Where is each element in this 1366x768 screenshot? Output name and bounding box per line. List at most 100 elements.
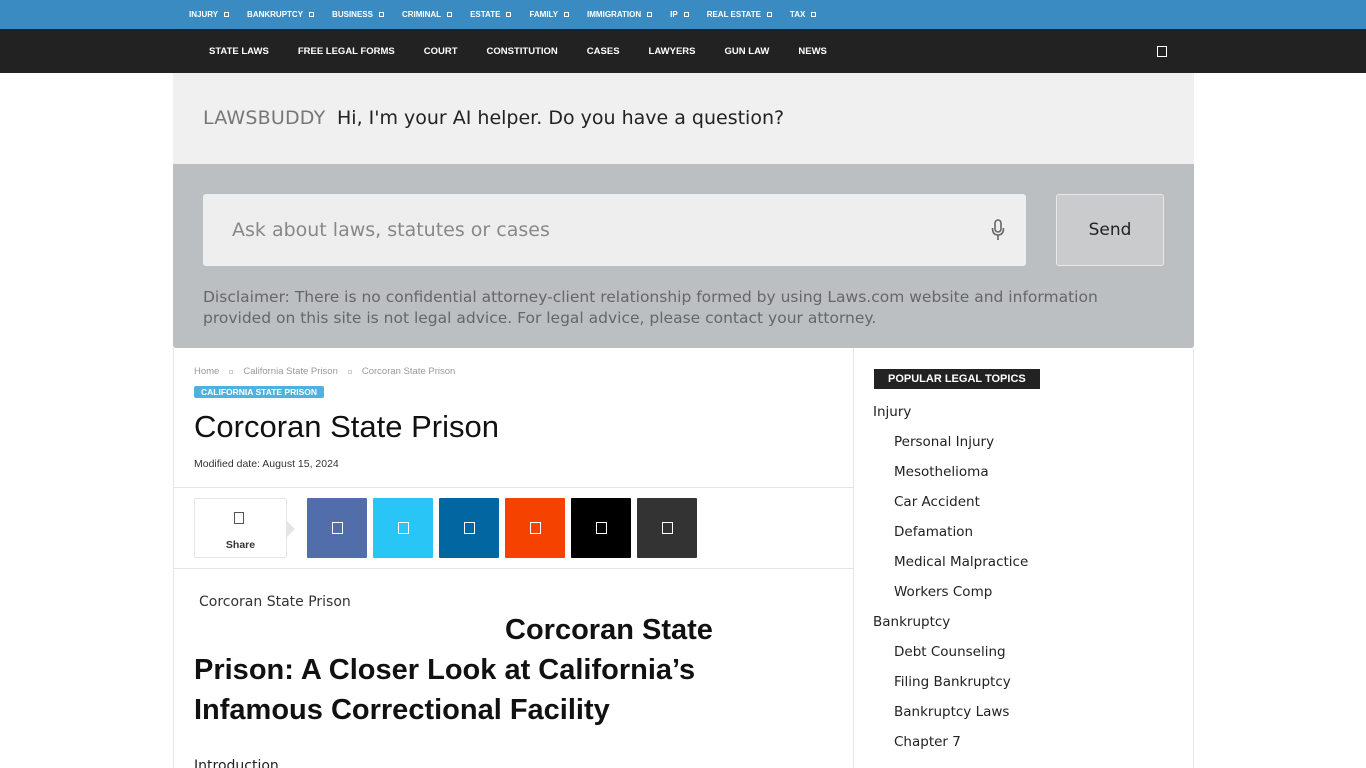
breadcrumb-home[interactable]: Home bbox=[194, 366, 219, 377]
chevron-down-icon bbox=[564, 12, 570, 17]
topic-list: Injury Personal Injury Mesothelioma Car … bbox=[873, 404, 1028, 764]
category-bar: INJURY BANKRUPTCY BUSINESS CRIMINAL ESTA… bbox=[0, 0, 1366, 29]
article-heading-line: Infamous Correctional Facility bbox=[194, 694, 610, 726]
breadcrumb-current: Corcoran State Prison bbox=[361, 366, 456, 377]
topic-item[interactable]: Chapter 7 bbox=[873, 734, 1028, 764]
share-icon bbox=[234, 512, 244, 524]
category-item-ip[interactable]: IP bbox=[670, 10, 689, 19]
category-item-bankruptcy[interactable]: BANKRUPTCY bbox=[247, 10, 315, 19]
chevron-down-icon bbox=[224, 12, 230, 17]
topic-item[interactable]: Injury bbox=[873, 404, 1028, 434]
twitter-icon bbox=[398, 522, 409, 534]
copy-link-share-button[interactable] bbox=[637, 498, 697, 558]
chevron-down-icon bbox=[683, 12, 689, 17]
category-item-business[interactable]: BUSINESS bbox=[332, 10, 384, 19]
article-heading-line: Prison: A Closer Look at California’s bbox=[194, 654, 696, 686]
ai-helper-greeting: Hi, I'm your AI helper. Do you have a qu… bbox=[337, 107, 785, 129]
nav-item-constitution[interactable]: CONSTITUTION bbox=[487, 46, 558, 57]
category-label: CRIMINAL bbox=[401, 10, 442, 19]
breadcrumb-category[interactable]: California State Prison bbox=[243, 366, 338, 377]
category-item-tax[interactable]: TAX bbox=[789, 10, 817, 19]
share-arrow bbox=[287, 521, 295, 537]
twitter-share-button[interactable] bbox=[373, 498, 433, 558]
article: Home California State Prison Corcoran St… bbox=[173, 348, 854, 768]
category-item-real-estate[interactable]: REAL ESTATE bbox=[707, 10, 772, 19]
microphone-icon[interactable] bbox=[991, 219, 1005, 241]
nav-item-cases[interactable]: CASES bbox=[587, 46, 620, 57]
topic-item[interactable]: Defamation bbox=[873, 524, 1028, 554]
category-item-injury[interactable]: INJURY bbox=[189, 10, 230, 19]
topic-item[interactable]: Medical Malpractice bbox=[873, 554, 1028, 584]
chevron-down-icon bbox=[506, 12, 512, 17]
category-label: BANKRUPTCY bbox=[247, 10, 304, 19]
topic-item[interactable]: Mesothelioma bbox=[873, 464, 1028, 494]
category-label: IMMIGRATION bbox=[587, 10, 642, 19]
category-label: INJURY bbox=[189, 10, 219, 19]
copy-link-icon bbox=[662, 522, 673, 534]
category-label: TAX bbox=[789, 10, 806, 19]
category-item-family[interactable]: FAMILY bbox=[529, 10, 570, 19]
topic-item[interactable]: Debt Counseling bbox=[873, 644, 1028, 674]
nav-item-news[interactable]: NEWS bbox=[798, 46, 827, 57]
category-label: REAL ESTATE bbox=[706, 10, 761, 19]
category-badge[interactable]: CALIFORNIA STATE PRISON bbox=[194, 386, 325, 398]
topic-item[interactable]: Filing Bankruptcy bbox=[873, 674, 1028, 704]
reddit-share-button[interactable] bbox=[505, 498, 565, 558]
sidebar-title: POPULAR LEGAL TOPICS bbox=[874, 369, 1040, 389]
topic-item[interactable]: Workers Comp bbox=[873, 584, 1028, 614]
chevron-down-icon bbox=[811, 12, 817, 17]
linkedin-share-button[interactable] bbox=[439, 498, 499, 558]
page-title: Corcoran State Prison bbox=[194, 409, 499, 444]
chevron-down-icon bbox=[447, 12, 453, 17]
nav-item-lawyers[interactable]: LAWYERS bbox=[649, 46, 696, 57]
main-nav-menu: STATE LAWS FREE LEGAL FORMS COURT CONSTI… bbox=[209, 29, 856, 73]
breadcrumb-separator-icon bbox=[347, 369, 352, 374]
chevron-down-icon bbox=[766, 12, 772, 17]
topic-item[interactable]: Personal Injury bbox=[873, 434, 1028, 464]
category-label: BUSINESS bbox=[332, 10, 373, 19]
breadcrumb: Home California State Prison Corcoran St… bbox=[194, 366, 455, 377]
nav-item-free-legal-forms[interactable]: FREE LEGAL FORMS bbox=[298, 46, 395, 57]
topic-item[interactable]: Car Accident bbox=[873, 494, 1028, 524]
divider bbox=[174, 487, 853, 488]
article-heading-line: Corcoran State bbox=[505, 614, 713, 646]
category-item-estate[interactable]: ESTATE bbox=[470, 10, 512, 19]
ai-helper-header: LAWSBUDDY Hi, I'm your AI helper. Do you… bbox=[173, 73, 1194, 164]
ai-helper-panel: Send Disclaimer: There is no confidentia… bbox=[173, 164, 1194, 348]
category-item-criminal[interactable]: CRIMINAL bbox=[401, 10, 453, 19]
x-share-button[interactable] bbox=[571, 498, 631, 558]
nav-item-gun-law[interactable]: GUN LAW bbox=[725, 46, 770, 57]
search-icon[interactable] bbox=[1157, 46, 1167, 57]
breadcrumb-separator-icon bbox=[229, 369, 234, 374]
share-box[interactable]: Share bbox=[194, 498, 295, 558]
intro-heading: Introduction bbox=[194, 758, 279, 768]
nav-item-court[interactable]: COURT bbox=[424, 46, 458, 57]
ai-helper-brand: LAWSBUDDY bbox=[203, 107, 326, 129]
chevron-down-icon bbox=[378, 12, 384, 17]
reddit-icon bbox=[530, 522, 541, 534]
chevron-down-icon bbox=[309, 12, 315, 17]
category-label: ESTATE bbox=[470, 10, 501, 19]
category-item-immigration[interactable]: IMMIGRATION bbox=[587, 10, 653, 19]
modified-date: Modified date: August 15, 2024 bbox=[194, 458, 339, 470]
facebook-share-button[interactable] bbox=[307, 498, 367, 558]
sidebar: POPULAR LEGAL TOPICS Injury Personal Inj… bbox=[854, 348, 1194, 768]
ask-input[interactable] bbox=[203, 194, 1026, 266]
category-label: FAMILY bbox=[529, 10, 559, 19]
nav-item-state-laws[interactable]: STATE LAWS bbox=[209, 46, 269, 57]
image-alt-text: Corcoran State Prison bbox=[199, 594, 351, 610]
category-label: IP bbox=[670, 10, 678, 19]
article-image: Corcoran State Prison bbox=[199, 594, 351, 610]
main-nav: STATE LAWS FREE LEGAL FORMS COURT CONSTI… bbox=[0, 29, 1366, 73]
category-menu: INJURY BANKRUPTCY BUSINESS CRIMINAL ESTA… bbox=[189, 0, 834, 29]
topic-item[interactable]: Bankruptcy bbox=[873, 614, 1028, 644]
share-label: Share bbox=[225, 539, 256, 551]
topic-item[interactable]: Bankruptcy Laws bbox=[873, 704, 1028, 734]
linkedin-icon bbox=[464, 522, 475, 534]
send-button[interactable]: Send bbox=[1056, 194, 1164, 266]
x-icon bbox=[596, 522, 607, 534]
chevron-down-icon bbox=[647, 12, 653, 17]
divider bbox=[174, 568, 853, 569]
disclaimer-text: Disclaimer: There is no confidential att… bbox=[203, 288, 1098, 327]
facebook-icon bbox=[332, 522, 343, 534]
